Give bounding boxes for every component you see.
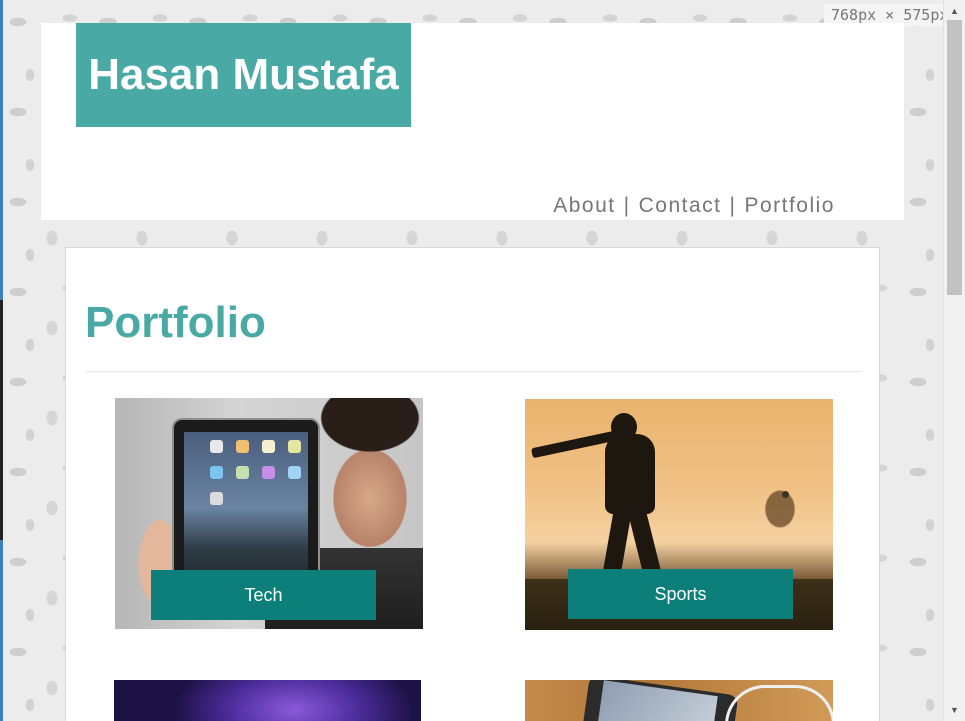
portfolio-tile-space[interactable]: [114, 680, 421, 721]
arrow-down-icon[interactable]: ▼: [944, 703, 965, 717]
site-header: Hasan Mustafa About | Contact | Portfolio: [41, 23, 904, 220]
nav-separator: |: [623, 194, 631, 217]
cricket-ball: [782, 491, 789, 498]
vertical-scrollbar[interactable]: ▲ ▼: [943, 0, 965, 721]
portfolio-tile-phone[interactable]: [525, 680, 833, 721]
main-nav: About | Contact | Portfolio: [553, 194, 835, 218]
tech-label[interactable]: Tech: [151, 570, 376, 620]
nav-about-link[interactable]: About: [553, 194, 615, 217]
portfolio-tile-tech[interactable]: Tech: [115, 398, 423, 629]
portfolio-tile-sports[interactable]: Sports: [525, 399, 833, 630]
nav-portfolio-link[interactable]: Portfolio: [744, 194, 835, 217]
site-title[interactable]: Hasan Mustafa: [76, 23, 411, 127]
nav-contact-link[interactable]: Contact: [639, 194, 722, 217]
title-divider: [85, 371, 861, 372]
page-title: Portfolio: [85, 298, 266, 347]
window-edge-dark: [0, 300, 3, 540]
main-content: Portfolio Tech Sports: [65, 247, 880, 721]
nav-separator: |: [729, 194, 737, 217]
sports-label[interactable]: Sports: [568, 569, 793, 619]
arrow-up-icon[interactable]: ▲: [944, 4, 965, 18]
scrollbar-thumb[interactable]: [947, 20, 962, 295]
